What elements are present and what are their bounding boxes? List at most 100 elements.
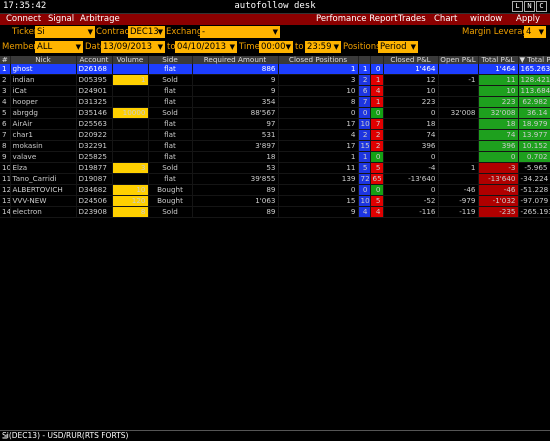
menu-trades[interactable]: Trades (398, 14, 426, 25)
wins-cell: 15 (358, 140, 371, 152)
table-row[interactable]: 8 mokasin D32291 flat 3'897 17 15 2 396 396 10.152 (0, 140, 550, 152)
wins-cell: 6 (358, 85, 371, 97)
nick-cell: AirAir (10, 118, 77, 130)
table-row[interactable]: 1 ghost D26168 flat 886 1 1 0 1'464 1'464 165.263 (0, 64, 550, 75)
col-account[interactable]: Account (76, 56, 113, 64)
table-row[interactable]: 13VVV-NEWD24506120Bought1'06315105-52-97… (0, 195, 550, 207)
status-bar: Si(DEC13) - USD/RUR(RTS FORTS) ◢ (0, 430, 550, 441)
col-required-amount[interactable]: Required Amount (192, 56, 279, 64)
col-nick[interactable]: Nick (10, 56, 77, 64)
positions-label: Positions (343, 42, 381, 52)
time-to-field[interactable]: 23:59 ▼ (305, 41, 341, 53)
required-amount-cell: 531 (192, 129, 279, 141)
window-btn-c[interactable]: C (536, 1, 547, 12)
nick-cell: Tano_Carridi (10, 173, 77, 185)
col-wins[interactable] (358, 56, 371, 64)
menu-signal[interactable]: Signal (48, 14, 74, 25)
table-row[interactable]: 5 abrgdg D35146 10000 Sold 88'567 0 0 0 0 32'008 32… (0, 107, 550, 119)
table-row[interactable]: 14electronD239088Sold89944-116-119-235-2… (0, 206, 550, 218)
chevron-down-icon: ▼ (285, 43, 291, 51)
side-cell: flat (148, 140, 193, 152)
col-closed-pl[interactable]: Closed P&L (383, 56, 439, 64)
col-losses[interactable] (370, 56, 384, 64)
table-row[interactable]: 7 char1 D20922 flat 531 4 2 2 74 74 13.977 (0, 129, 550, 141)
menu-performance-report[interactable]: Perfomance Report (316, 14, 397, 25)
window-btn-l[interactable]: L (512, 1, 523, 12)
closed-pl-cell: 1'464 (383, 64, 439, 75)
total-pl-cell: -46 (478, 184, 519, 196)
row-index: 14 (0, 206, 11, 218)
col-index[interactable]: # (0, 56, 11, 64)
table-row[interactable]: 2 indian D05395 1 Sold 9 3 2 1 12 -1 11 128.421 (0, 74, 550, 86)
chevron-down-icon: ▼ (87, 28, 93, 36)
ticker-select[interactable]: Si ▼ (35, 26, 95, 38)
open-pl-cell (438, 85, 479, 97)
account-cell: D19087 (76, 173, 113, 185)
chevron-down-icon: ▼ (75, 43, 81, 51)
time-from-field[interactable]: 00:00 ▼ (259, 41, 293, 53)
row-index: 2 (0, 74, 11, 86)
total-pl-pct-cell: 36.14 (518, 107, 550, 119)
col-total-pl-pct[interactable]: ▼ Total P&L,% (518, 56, 550, 64)
closed-positions-cell: 17 (278, 140, 359, 152)
menu-window[interactable]: window (470, 14, 502, 25)
losses-cell: 0 (370, 151, 384, 163)
required-amount-cell: 3'897 (192, 140, 279, 152)
volume-cell: 1 (112, 74, 149, 86)
total-pl-cell: 32'008 (478, 107, 519, 119)
table-row[interactable]: 11Tano_CarridiD19087flat39'8551397265-13… (0, 173, 550, 185)
losses-cell: 4 (370, 206, 384, 218)
side-cell: flat (148, 64, 193, 75)
closed-pl-cell: -4 (383, 162, 439, 174)
row-index: 11 (0, 173, 11, 185)
table-row[interactable]: 3 iCat D24901 flat 9 10 6 4 10 10 113.684 (0, 85, 550, 97)
nick-cell: char1 (10, 129, 77, 141)
nick-cell: Elza (10, 162, 77, 174)
col-open-pl[interactable]: Open P&L (438, 56, 479, 64)
leverage-select[interactable]: 4 ▼ (524, 26, 546, 38)
volume-cell (112, 129, 149, 141)
positions-select[interactable]: Period ▼ (378, 41, 418, 53)
losses-cell: 7 (370, 118, 384, 130)
wins-cell: 10 (358, 118, 371, 130)
table-row[interactable]: 9 valave D25825 flat 18 1 1 0 0 0 0.702 (0, 151, 550, 163)
window-btn-n[interactable]: N (524, 1, 535, 12)
menu-apply[interactable]: Apply (516, 14, 540, 25)
table-row[interactable]: 12ALBERTOVICHD3468210Bought890000-46-46-… (0, 184, 550, 196)
total-pl-cell: -1'032 (478, 195, 519, 207)
total-pl-pct-cell: 0.702 (518, 151, 550, 163)
exchange-select[interactable]: - ▼ (200, 26, 280, 38)
col-side[interactable]: Side (148, 56, 193, 64)
total-pl-pct-cell: 128.421 (518, 74, 550, 86)
losses-cell: 2 (370, 140, 384, 152)
table-row[interactable]: 10ElzaD198773Sold531155-41-3-5.965 (0, 162, 550, 174)
closed-pl-cell: 396 (383, 140, 439, 152)
nick-cell: hooper (10, 96, 77, 108)
volume-cell: 3 (112, 162, 149, 174)
account-cell: D19877 (76, 162, 113, 174)
closed-positions-cell: 4 (278, 129, 359, 141)
date-to-field[interactable]: 04/10/2013 ▼ (175, 41, 237, 53)
menu-chart[interactable]: Chart (434, 14, 457, 25)
col-total-pl[interactable]: Total P&L (478, 56, 519, 64)
total-pl-cell: 223 (478, 96, 519, 108)
side-cell: flat (148, 85, 193, 97)
contract-select[interactable]: DEC13 ▼ (128, 26, 165, 38)
menu-connect[interactable]: Connect (6, 14, 41, 25)
table-row[interactable]: 4 hooper D31325 flat 354 8 7 1 223 223 62.982 (0, 96, 550, 108)
volume-cell: 120 (112, 195, 149, 207)
losses-cell: 4 (370, 85, 384, 97)
total-pl-pct-cell: -34.224 (518, 173, 550, 185)
col-volume[interactable]: Volume (112, 56, 149, 64)
chevron-down-icon: ▼ (272, 28, 278, 36)
menu-arbitrage[interactable]: Arbitrage (80, 14, 120, 25)
members-select[interactable]: ALL ▼ (35, 41, 83, 53)
required-amount-cell: 39'855 (192, 173, 279, 185)
col-closed-positions[interactable]: Closed Positions (278, 56, 359, 64)
table-row[interactable]: 6 AirAir D25563 flat 97 17 10 7 18 18 18.979 (0, 118, 550, 130)
losses-cell: 2 (370, 129, 384, 141)
total-pl-cell: 10 (478, 85, 519, 97)
date-from-field[interactable]: 13/09/2013 ▼ (101, 41, 165, 53)
total-pl-cell: -3 (478, 162, 519, 174)
wins-cell: 4 (358, 206, 371, 218)
